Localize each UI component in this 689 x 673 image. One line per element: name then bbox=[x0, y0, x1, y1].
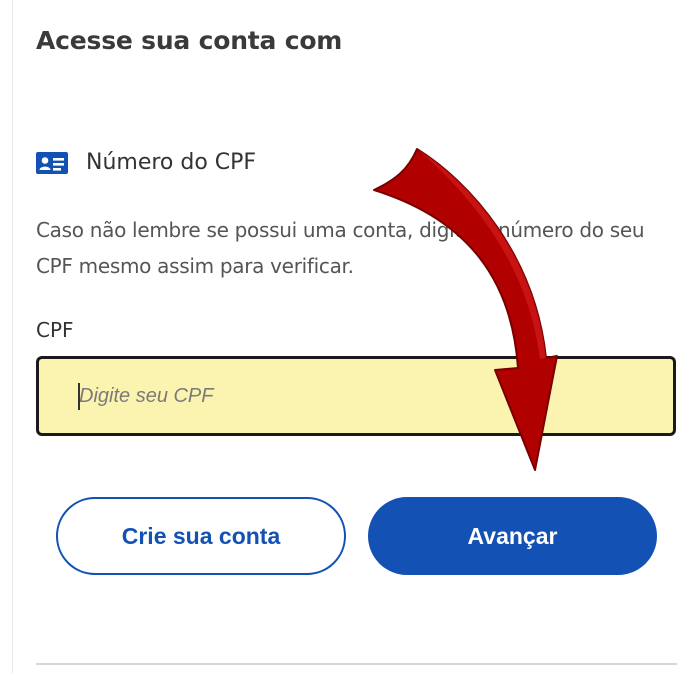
left-border bbox=[12, 0, 13, 673]
divider bbox=[36, 663, 677, 665]
id-card-icon bbox=[36, 151, 68, 174]
next-button[interactable]: Avançar bbox=[368, 497, 657, 575]
cpf-option-label: Número do CPF bbox=[86, 150, 257, 175]
help-text: Caso não lembre se possui uma conta, dig… bbox=[36, 218, 645, 278]
create-account-button[interactable]: Crie sua conta bbox=[56, 497, 346, 575]
page-heading: Acesse sua conta com bbox=[36, 26, 343, 55]
cpf-input[interactable] bbox=[36, 356, 676, 436]
cpf-field-label: CPF bbox=[36, 318, 74, 342]
text-caret bbox=[78, 383, 80, 410]
cpf-option: Número do CPF bbox=[36, 150, 256, 175]
